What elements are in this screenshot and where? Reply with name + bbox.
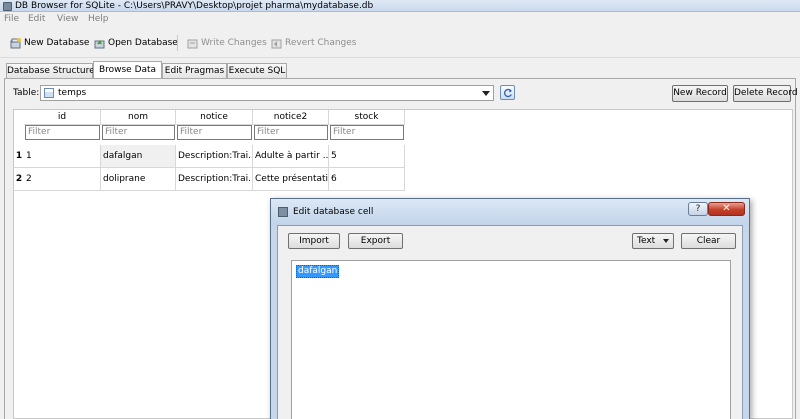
filter-input-id[interactable]: Filter	[25, 125, 100, 140]
menu-bar: File Edit View Help	[0, 12, 800, 27]
table-cell[interactable]: 5	[329, 145, 405, 168]
menu-view[interactable]: View	[57, 14, 78, 24]
help-button[interactable]: ?	[688, 202, 708, 216]
table-label: Table:	[13, 88, 40, 98]
filter-input-nom[interactable]: Filter	[102, 125, 175, 140]
open-database-button[interactable]: Open Database	[94, 35, 178, 51]
toolbar: New Database Open Database Write Changes…	[0, 27, 800, 58]
column-header-nom[interactable]: nom	[101, 110, 176, 125]
new-record-button[interactable]: New Record	[672, 85, 728, 102]
export-button[interactable]: Export	[348, 233, 403, 249]
row-header[interactable]: 1	[14, 145, 24, 168]
new-database-label: New Database	[24, 38, 90, 48]
filter-input-notice[interactable]: Filter	[177, 125, 252, 140]
write-changes-button[interactable]: Write Changes	[187, 35, 267, 51]
dialog-title: Edit database cell	[293, 207, 374, 217]
write-changes-icon	[187, 38, 198, 49]
delete-record-button[interactable]: Delete Record	[733, 85, 798, 102]
column-header-notice2[interactable]: notice2	[253, 110, 329, 125]
revert-changes-label: Revert Changes	[285, 38, 357, 48]
menu-file[interactable]: File	[4, 14, 19, 24]
tab-execute-sql[interactable]: Execute SQL	[227, 63, 287, 78]
clear-button[interactable]: Clear	[681, 233, 736, 249]
open-database-icon	[94, 38, 105, 49]
mode-select-value: Text	[637, 236, 656, 246]
table-cell[interactable]: 2	[24, 168, 101, 191]
column-header-notice[interactable]: notice	[176, 110, 253, 125]
tab-browse-data[interactable]: Browse Data	[93, 61, 162, 78]
edit-cell-dialog: Edit database cell ? ✕ Import Export Tex…	[270, 198, 750, 419]
row-header[interactable]: 2	[14, 168, 24, 191]
chevron-down-icon	[663, 239, 669, 243]
column-header-stock[interactable]: stock	[329, 110, 405, 125]
dialog-title-bar[interactable]: Edit database cell ? ✕	[271, 199, 749, 225]
filter-input-notice2[interactable]: Filter	[254, 125, 328, 140]
close-button[interactable]: ✕	[708, 202, 745, 216]
table-select[interactable]: temps	[40, 85, 494, 101]
import-button[interactable]: Import	[288, 233, 340, 249]
table-icon	[44, 88, 54, 98]
table-cell[interactable]: doliprane	[101, 168, 176, 191]
table-cell[interactable]: 1	[24, 145, 101, 168]
app-icon	[3, 2, 12, 11]
column-header-id[interactable]: id	[24, 110, 101, 125]
menu-help[interactable]: Help	[88, 14, 109, 24]
tab-database-structure[interactable]: Database Structure	[6, 63, 95, 78]
table-cell[interactable]: Description:Trai...	[176, 168, 253, 191]
tab-edit-pragmas[interactable]: Edit Pragmas	[162, 63, 227, 78]
new-database-button[interactable]: New Database	[10, 35, 89, 51]
table-cell[interactable]: Adulte à partir ...	[253, 145, 329, 168]
cell-editor-text: dafalgan	[296, 265, 340, 278]
write-changes-label: Write Changes	[201, 38, 267, 48]
mode-select[interactable]: Text	[632, 233, 674, 249]
table-cell[interactable]: Description:Trai...	[176, 145, 253, 168]
table-select-value: temps	[58, 88, 87, 98]
chevron-down-icon	[482, 91, 490, 96]
table-cell[interactable]: Cette présentati...	[253, 168, 329, 191]
new-database-icon	[10, 37, 21, 49]
table-cell[interactable]: 6	[329, 168, 405, 191]
revert-changes-button[interactable]: Revert Changes	[271, 35, 357, 51]
refresh-icon	[504, 88, 512, 98]
open-database-label: Open Database	[108, 38, 178, 48]
filter-input-stock[interactable]: Filter	[330, 125, 404, 140]
table-cell-selected[interactable]: dafalgan	[101, 145, 176, 168]
menu-edit[interactable]: Edit	[28, 14, 45, 24]
window-title: DB Browser for SQLite - C:\Users\PRAVY\D…	[15, 1, 374, 11]
cell-editor[interactable]: dafalgan	[291, 260, 731, 419]
revert-changes-icon	[271, 38, 282, 49]
refresh-button[interactable]	[500, 85, 515, 100]
dialog-body: Import Export Text Clear dafalgan	[277, 225, 743, 419]
title-bar: DB Browser for SQLite - C:\Users\PRAVY\D…	[0, 0, 800, 12]
dialog-app-icon	[278, 207, 288, 217]
toolbar-separator	[177, 35, 178, 51]
